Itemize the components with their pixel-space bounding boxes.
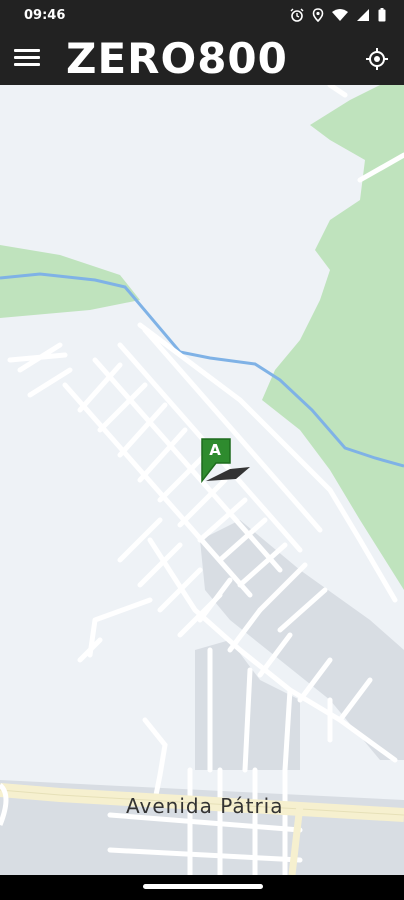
system-nav-bar	[0, 875, 404, 900]
park-area-right	[262, 85, 404, 590]
status-icons	[290, 8, 386, 22]
alarm-icon	[290, 8, 304, 22]
home-indicator[interactable]	[143, 884, 263, 889]
battery-icon	[378, 8, 386, 22]
app-bar: ZERO800	[0, 32, 404, 85]
signal-icon	[357, 9, 369, 21]
park-area-left	[0, 245, 140, 318]
wifi-icon	[332, 9, 348, 21]
status-time: 09:46	[24, 8, 66, 23]
map-view[interactable]: Avenida Pátria A	[0, 85, 404, 875]
my-location-icon[interactable]	[364, 46, 390, 72]
brand-logo: ZERO800	[66, 34, 288, 83]
street-label: Avenida Pátria	[126, 794, 284, 818]
hamburger-menu-icon[interactable]	[14, 46, 40, 70]
status-bar: 09:46	[0, 0, 404, 32]
location-marker-a[interactable]: A	[200, 437, 256, 485]
marker-label: A	[209, 441, 221, 459]
location-icon	[312, 8, 324, 22]
